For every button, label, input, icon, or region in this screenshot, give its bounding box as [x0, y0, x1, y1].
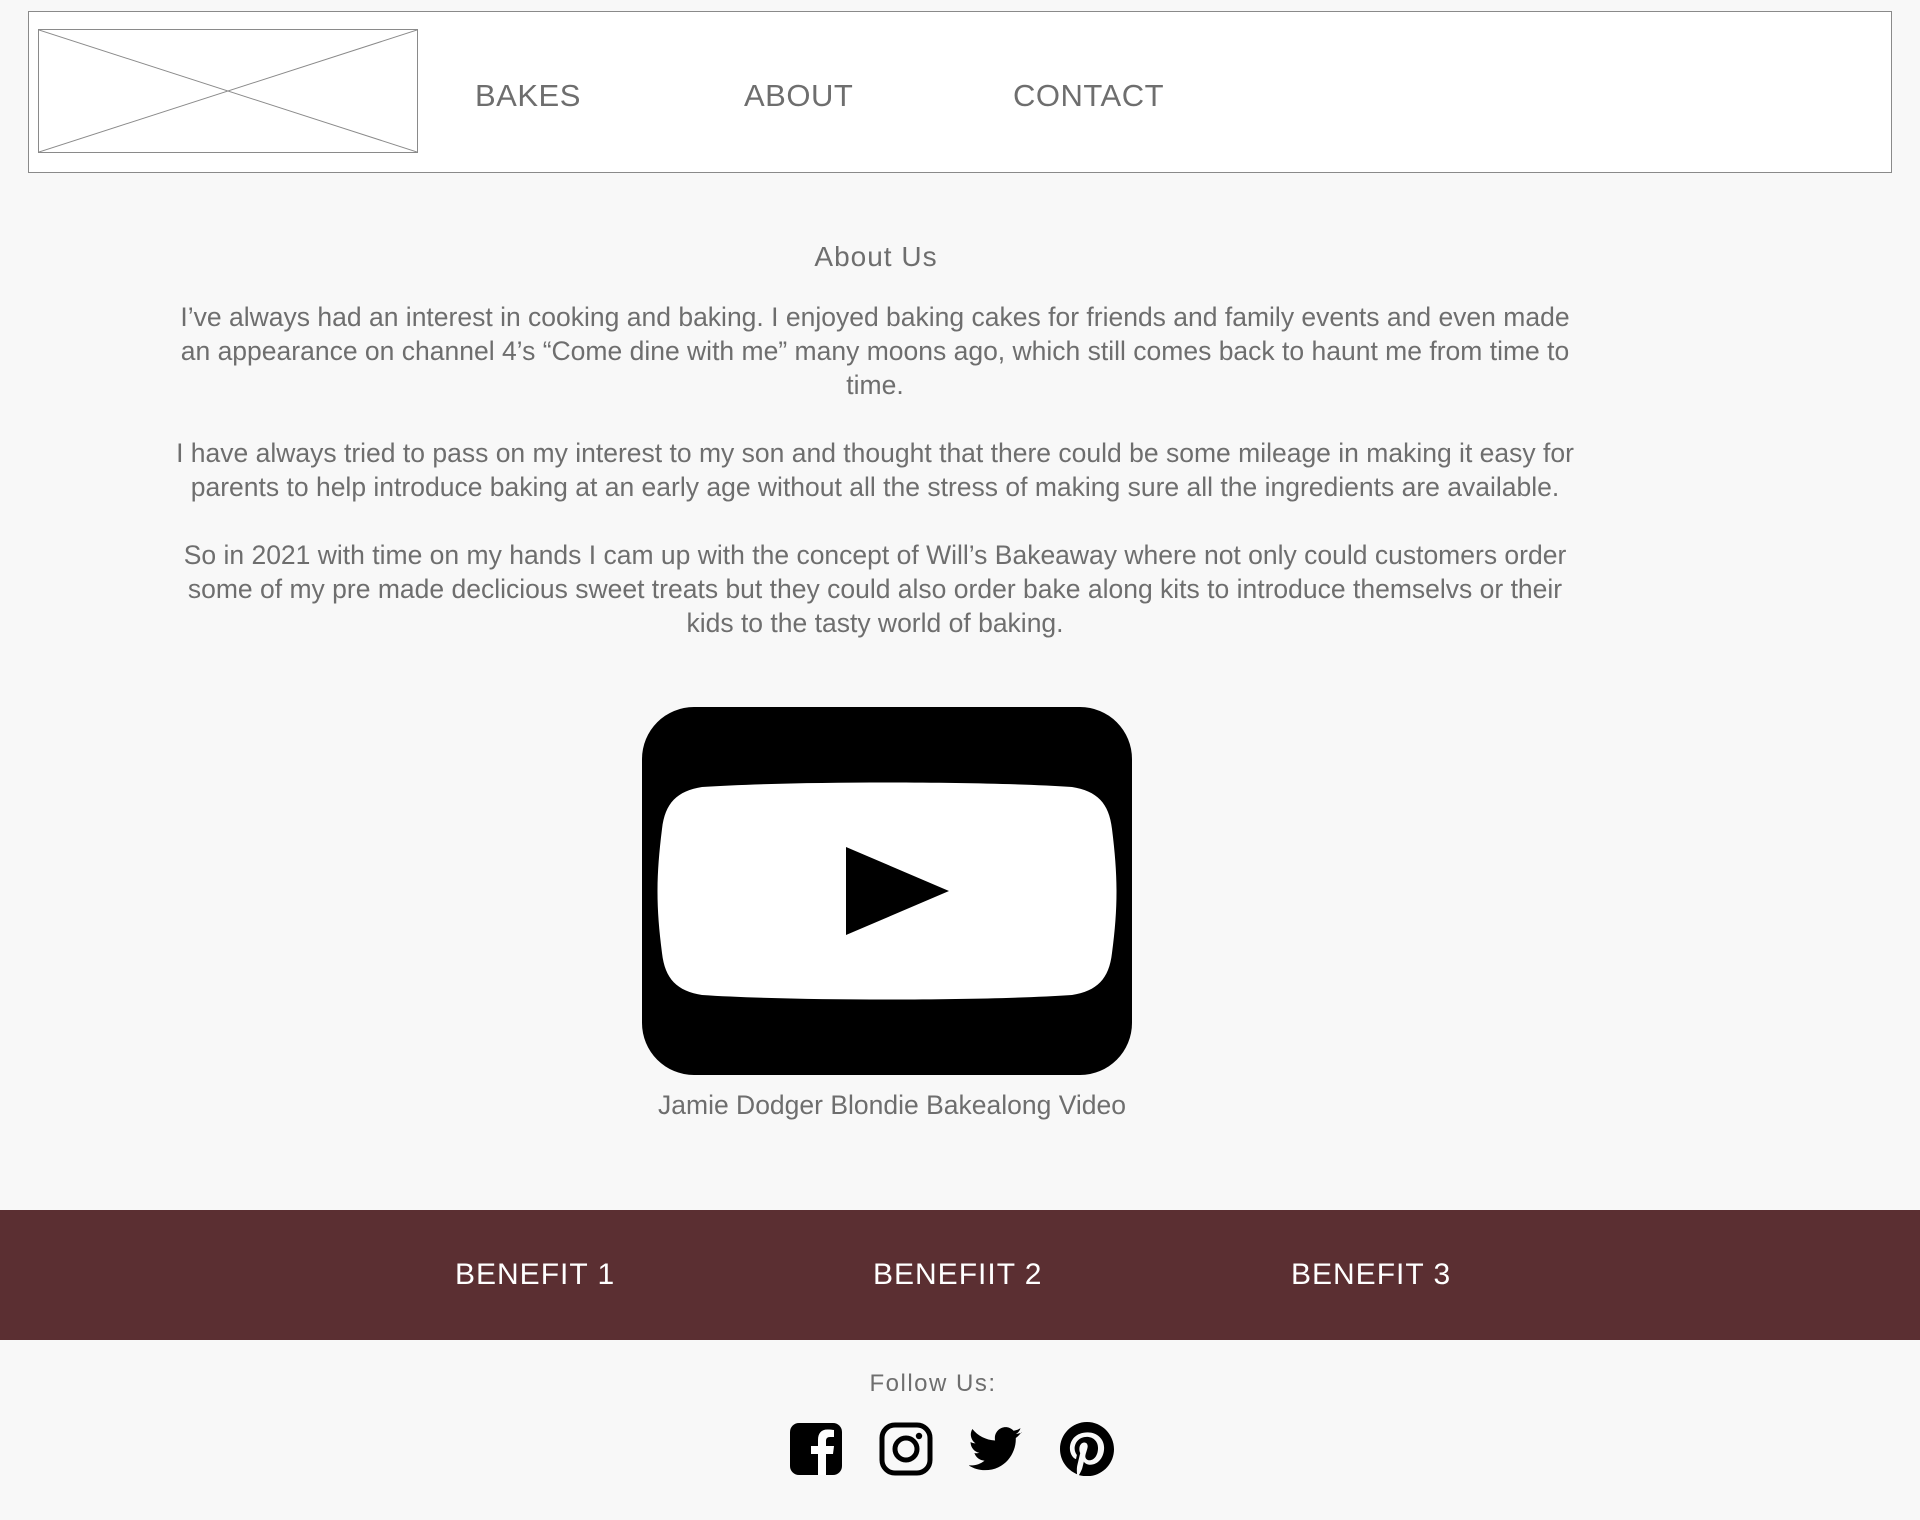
video-caption: Jamie Dodger Blondie Bakealong Video [658, 1090, 1126, 1120]
site-header: BAKES ABOUT CONTACT [28, 11, 1892, 173]
benefit-1: BENEFIT 1 [455, 1258, 616, 1291]
facebook-link[interactable] [790, 1422, 844, 1476]
nav-link-contact[interactable]: CONTACT [1013, 80, 1164, 111]
logo-placeholder[interactable] [38, 29, 418, 153]
about-paragraph: So in 2021 with time on my hands I cam u… [183, 540, 1567, 638]
follow-us-label: Follow Us: [869, 1370, 997, 1397]
twitter-icon [969, 1427, 1023, 1471]
about-body: I’ve always had an interest in cooking a… [165, 300, 1585, 674]
instagram-icon [879, 1422, 933, 1476]
about-paragraph: I have always tried to pass on my intere… [176, 438, 1574, 502]
benefits-bar: BENEFIT 1 BENEFIIT 2 BENEFIT 3 [0, 1210, 1920, 1340]
about-paragraph: I’ve always had an interest in cooking a… [180, 302, 1570, 400]
benefit-3: BENEFIT 3 [1291, 1258, 1452, 1291]
benefit-2: BENEFIIT 2 [873, 1258, 1043, 1291]
twitter-link[interactable] [969, 1422, 1023, 1476]
pinterest-link[interactable] [1060, 1422, 1114, 1476]
video-thumbnail[interactable] [642, 707, 1132, 1075]
nav-link-about[interactable]: ABOUT [744, 80, 853, 111]
instagram-link[interactable] [879, 1422, 933, 1476]
youtube-play-icon [642, 707, 1132, 1075]
about-heading: About Us [814, 241, 938, 272]
facebook-icon [790, 1423, 842, 1475]
pinterest-icon [1060, 1422, 1114, 1476]
logo-placeholder-image [39, 30, 417, 152]
nav-link-bakes[interactable]: BAKES [475, 80, 581, 111]
